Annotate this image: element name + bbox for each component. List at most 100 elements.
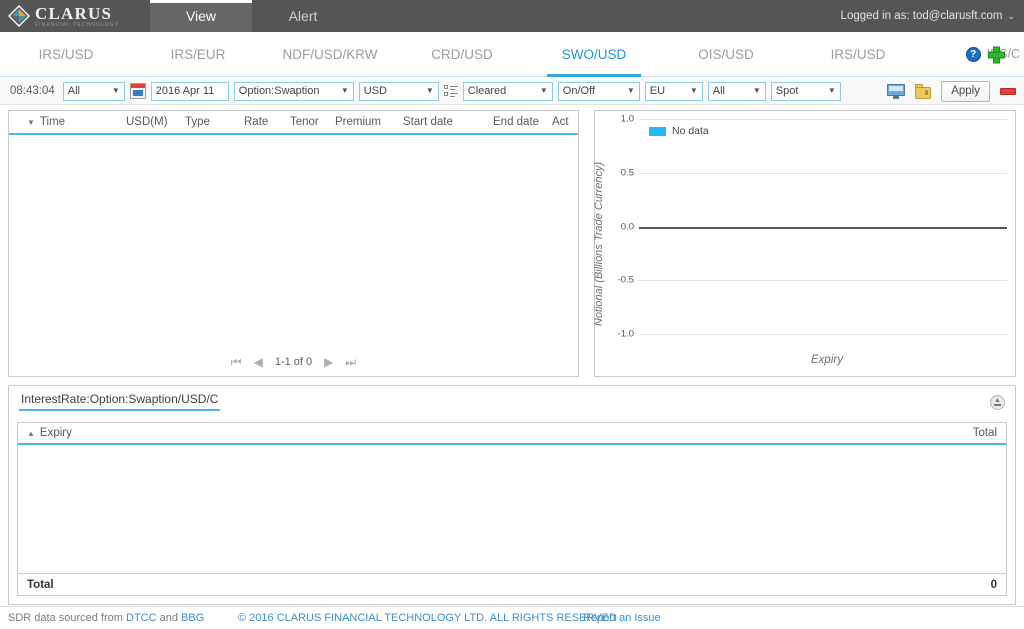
filter-toolbar: 08:43:04 All ▼ 2016 Apr 11 Option:Swapti… <box>0 78 1024 105</box>
column-header-usd-m[interactable]: USD(M) <box>126 116 168 128</box>
clarus-logo[interactable]: CLARUS FINANCIAL TECHNOLOGY <box>0 0 150 32</box>
column-header-type[interactable]: Type <box>185 116 210 128</box>
dtcc-link[interactable]: DTCC <box>126 612 157 624</box>
tab-ois-usd[interactable]: OIS/USD <box>660 32 792 76</box>
report-issue-link[interactable]: Report an Issue <box>583 612 661 624</box>
column-header-label: Type <box>185 116 210 128</box>
tab-irs-eur[interactable]: IRS/EUR <box>132 32 264 76</box>
currency-select[interactable]: USD ▼ <box>358 81 439 101</box>
y-tick-neg1: -1.0 <box>617 328 634 340</box>
chevron-down-icon: ▼ <box>425 86 434 95</box>
y-tick-0: 0.0 <box>620 221 634 232</box>
cleared-select[interactable]: Cleared ▼ <box>462 81 553 101</box>
tab-ndf-usd-krw[interactable]: NDF/USD/KRW <box>264 32 396 76</box>
aggregate-grid: ▲ Expiry Total Total 0 <box>17 422 1007 596</box>
secondary-scope-select[interactable]: All ▼ <box>707 81 766 101</box>
gridline-zero <box>639 226 1007 229</box>
column-header-label: End date <box>493 116 540 128</box>
pagination-label: 1-1 of 0 <box>274 355 313 368</box>
export-icon[interactable] <box>990 394 1005 410</box>
list-line <box>449 89 455 90</box>
folder-icon[interactable] <box>915 83 932 99</box>
chevron-down-icon: ▼ <box>111 86 120 95</box>
column-header-premium[interactable]: Premium <box>335 116 381 128</box>
tab-swo-usd[interactable]: SWO/USD <box>528 32 660 77</box>
column-header-end-date[interactable]: End date <box>493 116 539 128</box>
first-page-button[interactable]: ⏮ <box>231 356 242 368</box>
spot-select[interactable]: Spot ▼ <box>770 81 841 101</box>
next-page-button[interactable]: ▶ <box>324 356 333 368</box>
column-header-total[interactable]: Total <box>973 427 997 439</box>
calendar-icon[interactable] <box>129 83 146 99</box>
calendar-body <box>132 90 143 96</box>
column-header-label: Rate <box>244 116 269 128</box>
nav-item-alert-label: Alert <box>288 8 318 24</box>
monitor-stand <box>893 95 900 99</box>
tab-crd-usd[interactable]: CRD/USD <box>396 32 528 76</box>
column-header-tenor[interactable]: Tenor <box>290 116 319 128</box>
column-header-start-date[interactable]: Start date <box>403 116 453 128</box>
list-line <box>449 96 455 97</box>
nav-item-view[interactable]: View <box>150 0 252 32</box>
remove-icon[interactable] <box>1000 87 1016 95</box>
column-header-rate[interactable]: Rate <box>244 116 268 128</box>
pagination-bar: ⏮ ◀ 1-1 of 0 ▶ ⏭ <box>9 348 578 375</box>
add-tab-button[interactable]: IRS/C <box>985 46 1020 64</box>
column-header-label: Premium <box>335 116 382 128</box>
column-header-time[interactable]: ▼ Time <box>27 116 65 128</box>
apply-button[interactable]: Apply <box>941 80 990 102</box>
sort-descending-icon: ▼ <box>27 118 35 127</box>
scope-select-value: All <box>67 85 80 97</box>
list-bullet <box>443 85 448 89</box>
trades-table-header: ▼ Time USD(M) Type Rate Tenor Premium Sta… <box>9 111 578 135</box>
date-input-value: 2016 Apr 11 <box>155 85 215 97</box>
nav-item-alert[interactable]: Alert <box>252 0 354 32</box>
product-select[interactable]: Option:Swaption ▼ <box>233 81 354 101</box>
aggregate-total-row: Total 0 <box>18 573 1006 595</box>
footer-copyright: © 2016 CLARUS FINANCIAL TECHNOLOGY LTD. … <box>238 612 617 624</box>
tab-irs-usd-2[interactable]: IRS/USD <box>792 32 924 76</box>
column-header-act[interactable]: Act <box>552 116 569 128</box>
tab-label: SWO/USD <box>561 46 627 62</box>
footer-source-prefix: SDR data sourced from <box>8 612 126 624</box>
nav-item-view-label: View <box>185 8 217 24</box>
chart-plot-area: 1.0 0.5 0.0 -0.5 -1.0 <box>618 114 1007 340</box>
chevron-down-icon: ⌄ <box>1007 10 1015 21</box>
trades-table-body <box>9 135 578 348</box>
column-header-label: Start date <box>403 116 453 128</box>
aggregate-table-header: ▲ Expiry Total <box>18 423 1006 445</box>
aggregate-title[interactable]: InterestRate:Option:Swaption/USD/C <box>19 393 221 411</box>
venue-select[interactable]: EU ▼ <box>644 81 703 101</box>
last-page-button[interactable]: ⏭ <box>345 356 356 368</box>
sort-ascending-icon: ▲ <box>27 428 35 438</box>
onoff-select[interactable]: On/Off ▼ <box>557 81 640 101</box>
chart-legend[interactable]: No data <box>649 125 709 137</box>
date-input[interactable]: 2016 Apr 11 <box>150 81 229 101</box>
chevron-down-icon: ▼ <box>340 86 349 95</box>
bbg-link[interactable]: BBG <box>181 612 204 624</box>
tab-bar-actions: ? IRS/C <box>965 46 1024 64</box>
column-header-expiry[interactable]: Expiry <box>40 427 72 439</box>
aggregate-panel: InterestRate:Option:Swaption/USD/C ▲ Exp… <box>8 385 1016 605</box>
diamond-logo-icon <box>8 5 30 27</box>
y-tick-1: 1.0 <box>620 113 634 125</box>
footer-report-link-wrap: Report an Issue <box>583 612 661 624</box>
previous-page-button[interactable]: ◀ <box>254 356 263 368</box>
tab-label: IRS/USD <box>38 46 94 62</box>
tab-label: CRD/USD <box>431 46 493 62</box>
product-tab-bar: IRS/USD IRS/EUR NDF/USD/KRW CRD/USD SWO/… <box>0 32 1024 77</box>
column-list-icon[interactable] <box>443 84 458 98</box>
help-icon[interactable]: ? <box>965 46 981 62</box>
legend-label: No data <box>672 125 709 137</box>
tab-irs-usd-1[interactable]: IRS/USD <box>0 32 132 76</box>
cleared-select-value: Cleared <box>467 85 507 97</box>
legend-swatch-icon <box>649 126 666 136</box>
chevron-down-icon: ▼ <box>827 86 836 95</box>
chart-x-axis-label: Expiry <box>811 354 843 366</box>
monitor-icon[interactable] <box>887 83 906 99</box>
chart-panel: Notional (Billions Trade Currency) 1.0 0… <box>593 110 1016 377</box>
scope-select[interactable]: All ▼ <box>62 81 125 101</box>
currency-select-value: USD <box>363 85 387 97</box>
venue-select-value: EU <box>649 85 666 97</box>
user-menu[interactable]: Logged in as: tod@clarusft.com ⌄ <box>841 0 1024 32</box>
